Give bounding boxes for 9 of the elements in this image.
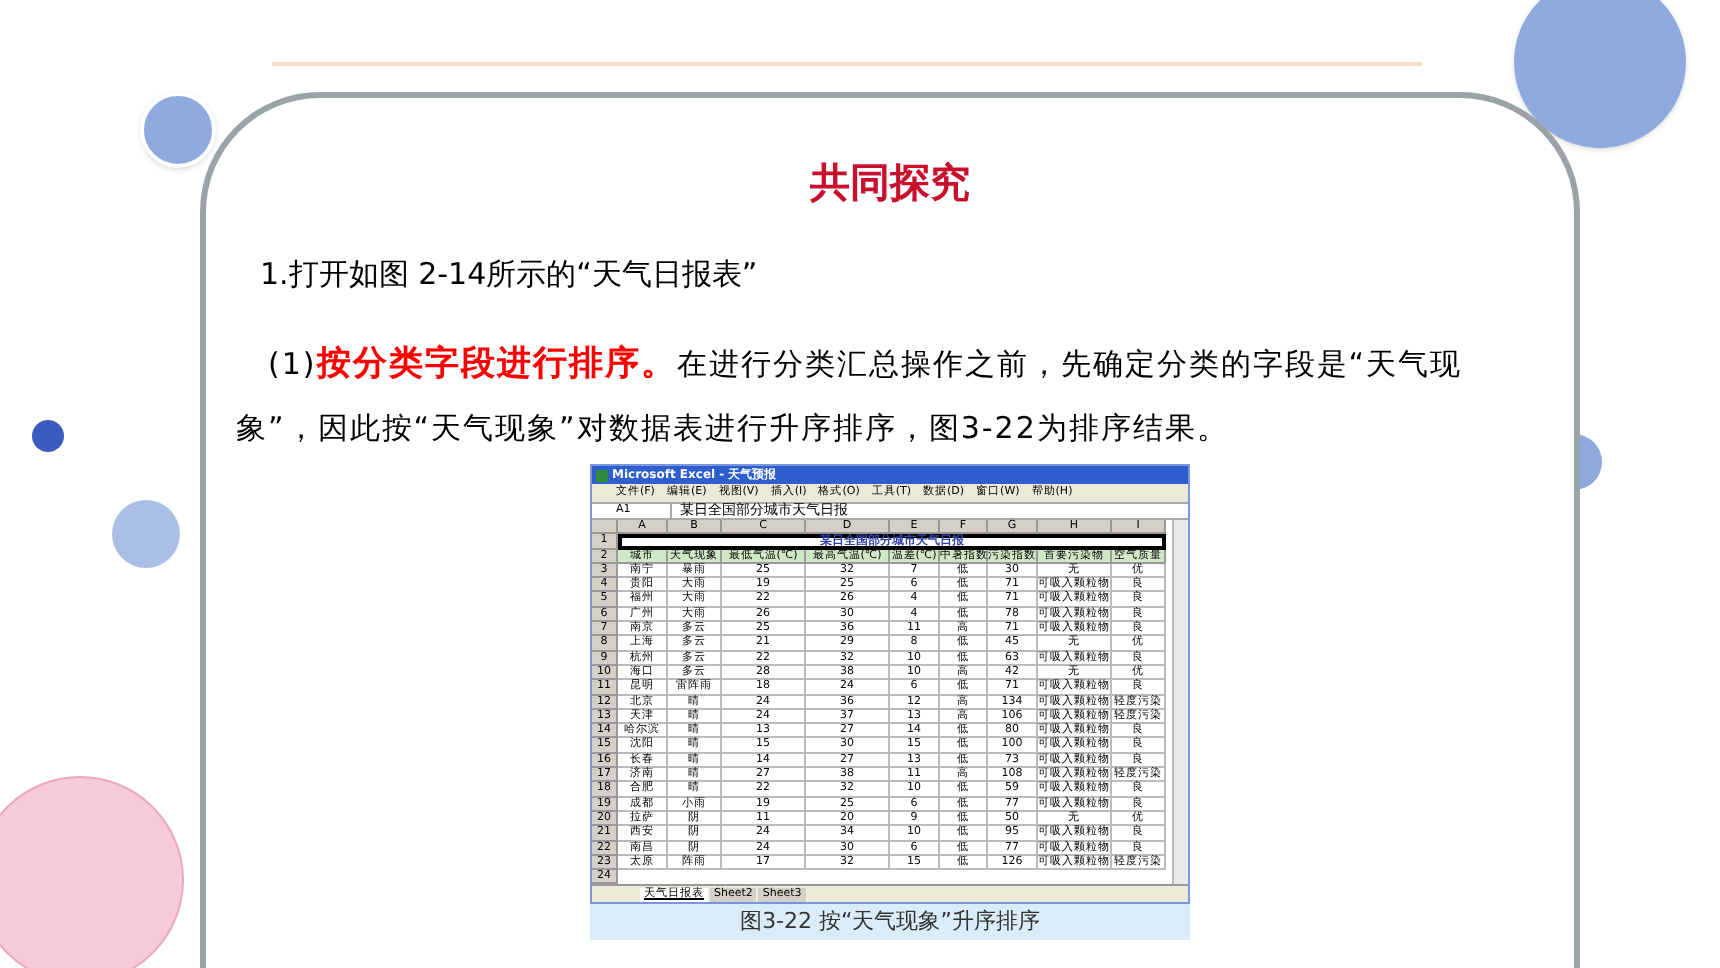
step-text: 1.打开如图 2-14所示的“天气日报表” xyxy=(260,254,758,296)
app-icon xyxy=(596,469,608,481)
circle-decoration xyxy=(112,500,180,568)
corner-header xyxy=(592,520,618,535)
circle-decoration xyxy=(140,92,216,168)
slide-title: 共同探究 xyxy=(810,156,970,208)
paragraph-text: (1)按分类字段进行排序。在进行分类汇总操作之前，先确定分类的字段是“天气现象”，因此按“天气现象”对数据表进行升序排序，图3-22为排序结果。 xyxy=(236,342,1465,450)
figure-caption: 图3-22 按“天气现象”升序排序 xyxy=(590,904,1190,941)
circle-decoration xyxy=(32,420,64,452)
